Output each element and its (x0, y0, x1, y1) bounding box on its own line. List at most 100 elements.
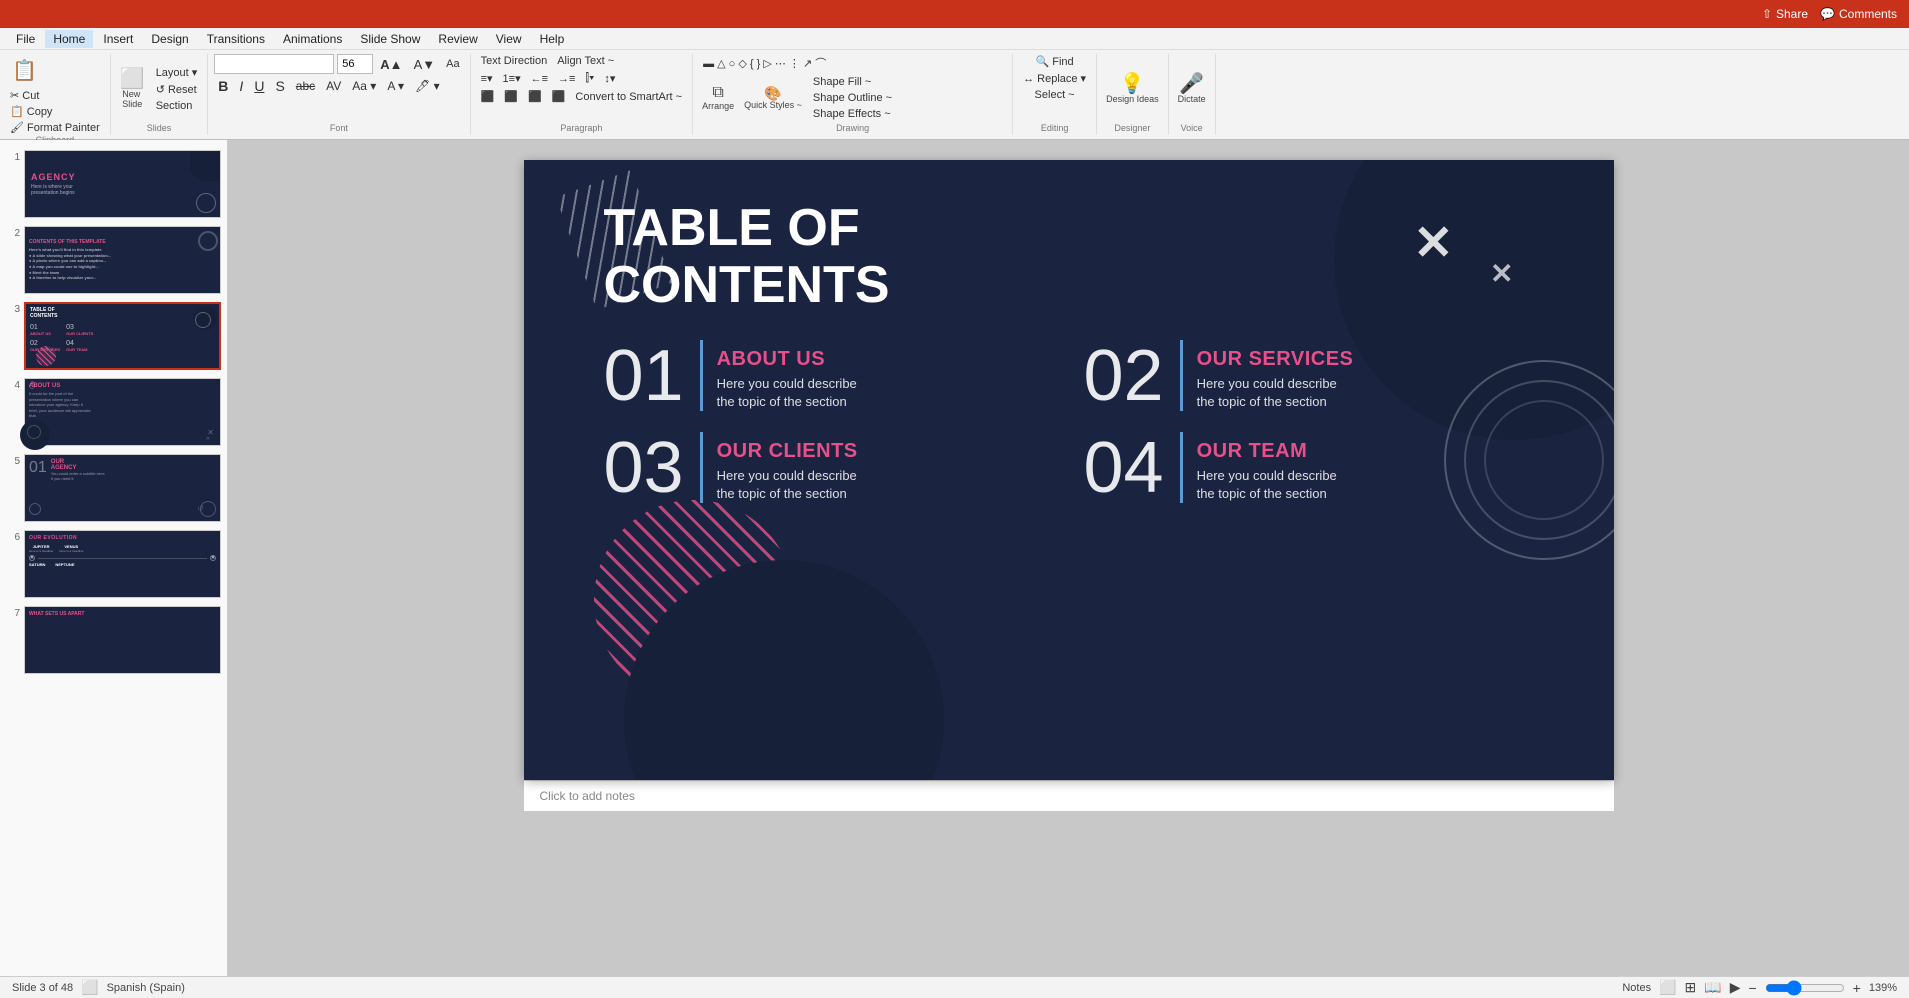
slide-canvas[interactable]: ✕ ✕ TABLE OF CONTENTS 01 (524, 160, 1614, 780)
slide-panel[interactable]: 1 AGENCY Here is where yourpresentation … (0, 140, 228, 976)
share-button[interactable]: ⇧ Share (1762, 7, 1808, 21)
zoom-slider[interactable] (1765, 980, 1845, 996)
increase-font-button[interactable]: A▲ (376, 56, 406, 73)
menu-design[interactable]: Design (143, 30, 196, 48)
new-slide-button[interactable]: ⬜ NewSlide (117, 67, 148, 111)
normal-view-button[interactable]: ⬜ (1659, 979, 1676, 996)
voice-label: Voice (1181, 123, 1203, 135)
align-center-button[interactable]: ⬛ (500, 89, 522, 104)
copy-button[interactable]: 📋 Copy (6, 104, 56, 119)
change-case-button[interactable]: Aa ▾ (348, 78, 380, 94)
decrease-font-button[interactable]: A▼ (410, 56, 440, 73)
toc-number-2: 02 (1084, 340, 1164, 412)
highlight-button[interactable]: 🖊 ▾ (411, 78, 444, 94)
select-button[interactable]: Select ~ (1031, 88, 1079, 102)
drawing-group: ▬ △ ○ ◇ { } ▷ ⋯ ⋮ ↗ ⌒ ⧉ Arrange 🎨 Quick … (693, 54, 1013, 135)
shape-effects-button[interactable]: Shape Effects ~ (809, 107, 896, 121)
section-button[interactable]: Section (152, 99, 202, 113)
editing-group: 🔍 Find ↔ Replace ▾ Select ~ Editing (1013, 54, 1097, 135)
slide-count: Slide 3 of 48 (12, 982, 73, 994)
designer-label: Designer (1114, 123, 1150, 135)
slide-area[interactable]: ✕ ✕ TABLE OF CONTENTS 01 (228, 140, 1909, 976)
deco-x-small: ✕ (1490, 260, 1513, 288)
menu-insert[interactable]: Insert (95, 30, 141, 48)
shapes-row[interactable]: ▬ △ ○ ◇ { } ▷ ⋯ ⋮ ↗ ⌒ (699, 54, 830, 72)
slide-thumb-5[interactable]: 5 01 OURAGENCY You could enter a subtitl… (4, 452, 223, 524)
paragraph-label: Paragraph (560, 123, 602, 135)
italic-button[interactable]: I (235, 77, 247, 95)
menu-bar: File Home Insert Design Transitions Anim… (0, 28, 1909, 50)
reset-button[interactable]: ↺ Reset (152, 82, 202, 97)
quick-styles-button[interactable]: 🎨 Quick Styles ~ (741, 84, 805, 112)
drawing-label: Drawing (836, 123, 869, 135)
replace-button[interactable]: ↔ Replace ▾ (1019, 71, 1090, 86)
menu-home[interactable]: Home (45, 30, 93, 48)
shape-outline-button[interactable]: Shape Outline ~ (809, 91, 896, 105)
align-text-button[interactable]: Align Text ~ (553, 54, 618, 68)
comments-button[interactable]: 💬 Comments (1820, 7, 1897, 21)
slide-sorter-button[interactable]: ⊞ (1685, 979, 1697, 996)
deco-x-large: ✕ (1413, 220, 1453, 268)
menu-file[interactable]: File (8, 30, 43, 48)
design-ideas-button[interactable]: 💡 Design Ideas (1103, 72, 1162, 106)
zoom-out-button[interactable]: − (1748, 980, 1756, 996)
toc-item-1: 01 ABOUT US Here you could describe the … (604, 340, 1024, 412)
font-family-input[interactable] (214, 54, 334, 74)
underline-button[interactable]: U (250, 77, 268, 95)
zoom-in-button[interactable]: + (1853, 980, 1861, 996)
menu-slideshow[interactable]: Slide Show (352, 30, 428, 48)
toc-number-1: 01 (604, 340, 684, 412)
shape-fill-button[interactable]: Shape Fill ~ (809, 75, 896, 89)
editing-label: Editing (1041, 123, 1069, 135)
strikethrough-button[interactable]: abc (292, 78, 319, 94)
slide-thumb-3[interactable]: 3 TABLE OFCONTENTS 01 ABOUT US 02 OUR SE… (4, 300, 223, 372)
slideshow-button[interactable]: ▶ (1730, 979, 1741, 996)
notes-area[interactable]: Click to add notes (524, 780, 1614, 811)
reading-view-button[interactable]: 📖 (1704, 979, 1721, 996)
font-color-button[interactable]: A ▾ (383, 78, 408, 94)
decrease-indent-button[interactable]: ←≡ (527, 72, 552, 86)
bold-button[interactable]: B (214, 77, 232, 95)
dictate-button[interactable]: 🎤 Dictate (1175, 72, 1209, 106)
toc-content-4: OUR TEAM Here you could describe the top… (1180, 432, 1337, 503)
paste-button[interactable]: 📋 (6, 54, 43, 87)
char-spacing-button[interactable]: AV (322, 78, 345, 94)
clear-format-button[interactable]: Aa (442, 57, 463, 71)
cut-button[interactable]: ✂ Cut (6, 88, 43, 103)
font-label: Font (330, 123, 348, 135)
slide-thumb-2[interactable]: 2 CONTENTS OF THIS TEMPLATE Here's what … (4, 224, 223, 296)
text-direction-button[interactable]: Text Direction (477, 54, 552, 68)
paragraph-group: Text Direction Align Text ~ ≡▾ 1≡▾ ←≡ →≡… (471, 54, 694, 135)
slide-thumb-7[interactable]: 7 WHAT SETS US APART (4, 604, 223, 676)
title-bar: ⇧ Share 💬 Comments (0, 0, 1909, 28)
bullets-button[interactable]: ≡▾ (477, 71, 497, 86)
toc-items: 01 ABOUT US Here you could describe the … (604, 340, 1504, 504)
menu-review[interactable]: Review (430, 30, 485, 48)
format-painter-button[interactable]: 🖌 Format Painter (6, 120, 104, 135)
shadow-button[interactable]: S (271, 77, 288, 95)
menu-animations[interactable]: Animations (275, 30, 350, 48)
find-button[interactable]: 🔍 Find (1032, 54, 1078, 69)
font-group: A▲ A▼ Aa B I U S abc AV Aa ▾ A ▾ 🖊 ▾ Fon… (208, 54, 470, 135)
align-left-button[interactable]: ⬛ (477, 89, 499, 104)
layout-button[interactable]: Layout ▾ (152, 65, 202, 80)
columns-button[interactable]: ⫿▾ (581, 71, 598, 86)
status-bar: Slide 3 of 48 ⬜ Spanish (Spain) Notes ⬜ … (0, 976, 1909, 998)
menu-help[interactable]: Help (532, 30, 573, 48)
justify-button[interactable]: ⬛ (548, 89, 570, 104)
arrange-button[interactable]: ⧉ Arrange (699, 83, 737, 113)
slide-thumb-6[interactable]: 6 OUR EVOLUTION JUPITER Here is a headli… (4, 528, 223, 600)
slide-title: TABLE OF CONTENTS (604, 200, 890, 314)
slide-thumb-1[interactable]: 1 AGENCY Here is where yourpresentation … (4, 148, 223, 220)
notes-status-button[interactable]: Notes (1622, 982, 1651, 994)
menu-transitions[interactable]: Transitions (199, 30, 273, 48)
increase-indent-button[interactable]: →≡ (554, 72, 579, 86)
slide-thumb-4[interactable]: 4 ABOUT US It could be the part of thepr… (4, 376, 223, 448)
menu-view[interactable]: View (488, 30, 530, 48)
toc-item-3: 03 OUR CLIENTS Here you could describe t… (604, 432, 1024, 504)
convert-smartart-button[interactable]: Convert to SmartArt ~ (571, 90, 686, 104)
align-right-button[interactable]: ⬛ (524, 89, 546, 104)
font-size-input[interactable] (337, 54, 373, 74)
line-spacing-button[interactable]: ↕▾ (600, 71, 619, 86)
numbering-button[interactable]: 1≡▾ (499, 71, 525, 86)
